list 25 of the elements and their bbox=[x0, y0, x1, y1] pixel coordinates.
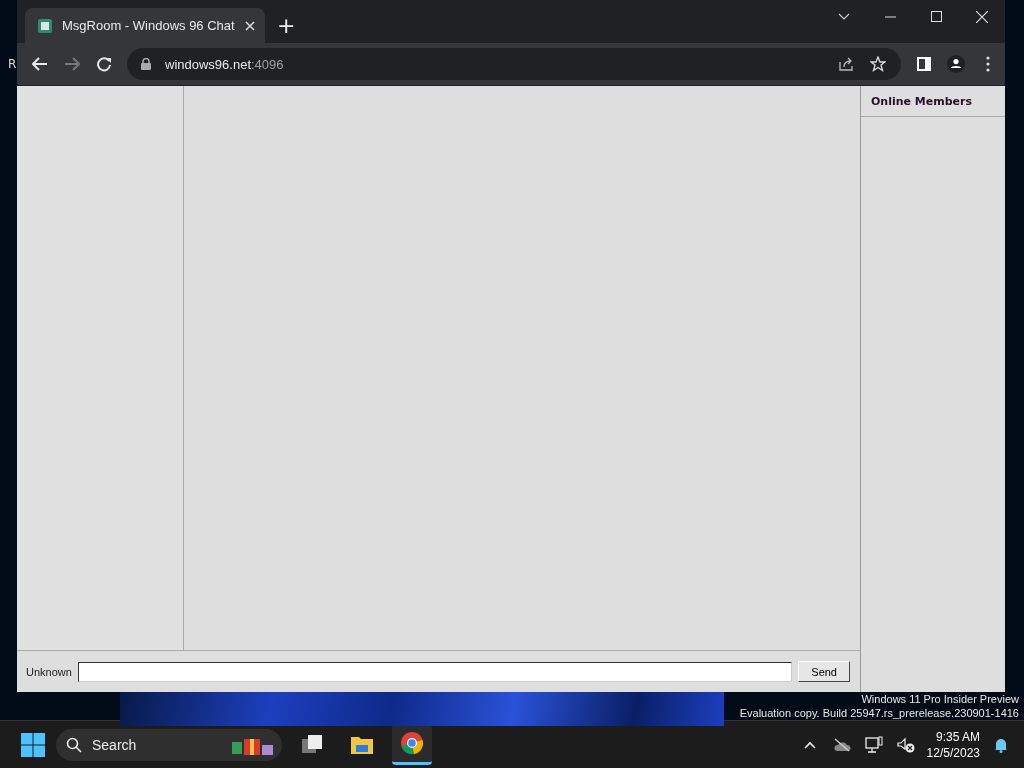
star-icon[interactable] bbox=[869, 55, 887, 73]
clock[interactable]: 9:35 AM 12/5/2023 bbox=[926, 728, 980, 761]
close-icon[interactable] bbox=[245, 20, 255, 31]
profile-icon[interactable] bbox=[947, 53, 965, 75]
url-text: windows96.net:4096 bbox=[165, 56, 284, 72]
taskbar-app[interactable] bbox=[392, 724, 432, 765]
watermark-text: Windows 11 Pro Insider Preview bbox=[861, 692, 1019, 706]
members-heading: Online Members bbox=[861, 86, 1005, 117]
tab-title: MsgRoom - Windows 96 Chat bbox=[62, 18, 236, 33]
browser-icon bbox=[400, 731, 424, 755]
lock-icon bbox=[141, 58, 151, 70]
start-icon[interactable] bbox=[20, 731, 46, 758]
share-icon[interactable] bbox=[837, 55, 855, 73]
site-icon bbox=[37, 17, 53, 34]
desktop-icon-label: R bbox=[8, 57, 17, 71]
message-input[interactable] bbox=[77, 661, 793, 682]
watermark-text: Evaluation copy. Build 25947.rs_prerelease.230901-1416 bbox=[739, 706, 1019, 720]
taskbar-search[interactable]: Search bbox=[56, 728, 282, 761]
network-icon[interactable] bbox=[862, 733, 885, 756]
send-button[interactable]: Send bbox=[798, 661, 850, 682]
new-tab-button[interactable]: + bbox=[265, 8, 308, 43]
address-bar[interactable]: windows96.net:4096 bbox=[127, 48, 901, 80]
username-label: Unknown bbox=[26, 665, 72, 678]
browser-tab[interactable]: MsgRoom - Windows 96 Chat bbox=[25, 8, 265, 43]
search-icon bbox=[66, 736, 82, 753]
